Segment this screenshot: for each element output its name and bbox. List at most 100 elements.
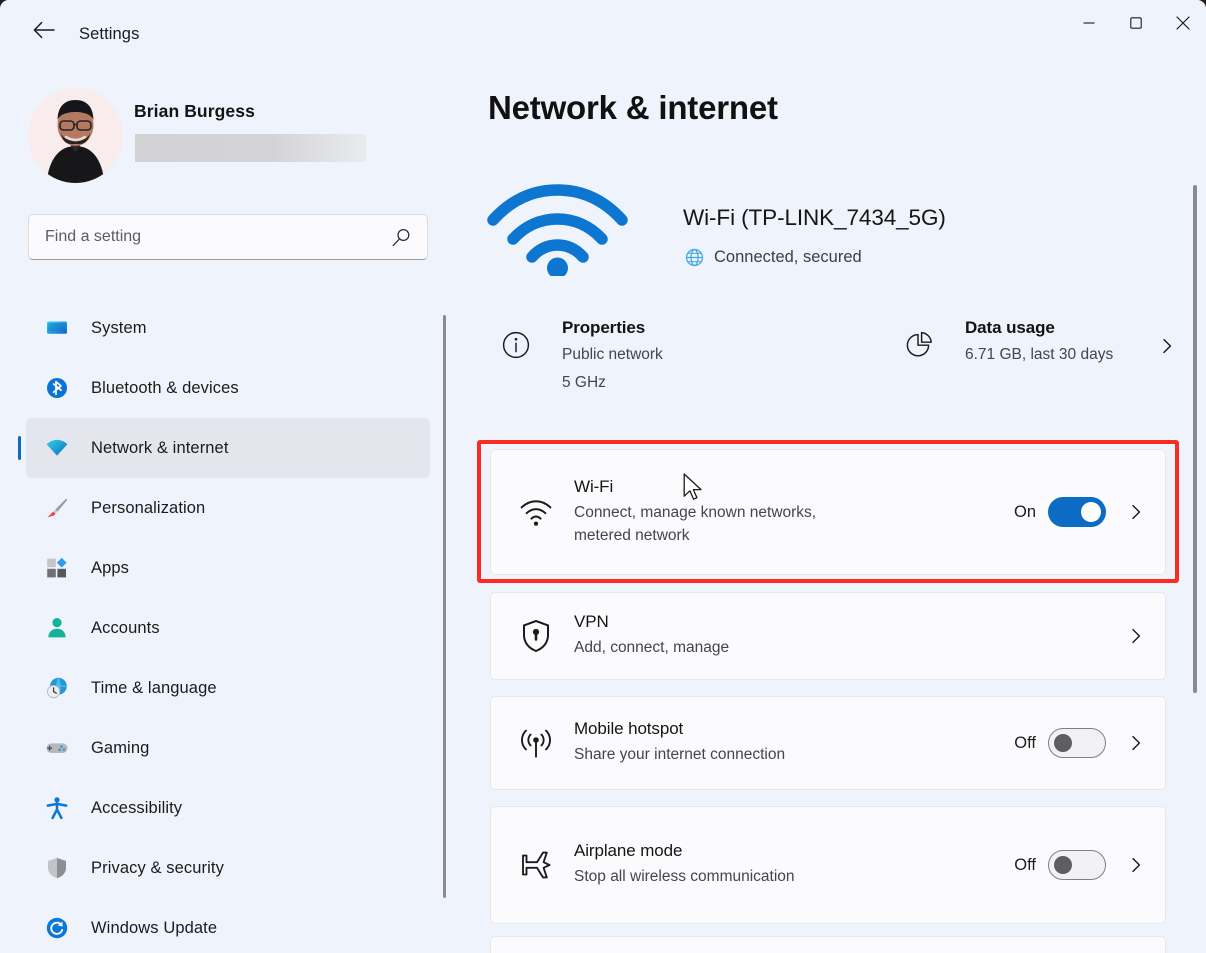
sidebar-item-personalization[interactable]: Personalization	[26, 478, 430, 538]
network-status: Connected, secured	[685, 248, 862, 267]
person-icon	[45, 616, 69, 640]
profile-email-redacted	[135, 134, 366, 162]
paintbrush-icon	[45, 496, 69, 520]
toggle-state-label: Off	[1014, 733, 1036, 752]
vpn-shield-lock-icon	[518, 618, 554, 654]
wifi-signal-icon	[518, 494, 554, 530]
chevron-right-icon[interactable]	[1159, 338, 1175, 354]
properties-title: Properties	[562, 318, 646, 337]
sidebar-item-label: Accessibility	[91, 798, 183, 817]
card-title: VPN	[574, 612, 609, 632]
sidebar-item-label: Apps	[91, 558, 130, 577]
close-button[interactable]	[1159, 0, 1206, 46]
chevron-right-icon[interactable]	[1128, 504, 1144, 520]
info-summary-row: Properties Public network 5 GHz Data usa…	[485, 318, 1185, 408]
sidebar-item-gaming[interactable]: Gaming	[26, 718, 430, 778]
sidebar-item-label: System	[91, 318, 147, 337]
sidebar-scrollbar[interactable]	[443, 315, 446, 898]
user-profile[interactable]: Brian Burgess	[28, 88, 368, 184]
mouse-pointer-arrow	[683, 473, 702, 500]
network-name: Wi-Fi (TP-LINK_7434_5G)	[683, 205, 946, 230]
setting-card-vpn[interactable]: VPN Add, connect, manage	[490, 592, 1166, 680]
sidebar: Brian Burgess Find a setting System Blue…	[0, 58, 460, 953]
properties-item[interactable]: Properties Public network 5 GHz	[501, 318, 663, 394]
chevron-right-icon[interactable]	[1128, 735, 1144, 751]
search-box[interactable]	[28, 214, 428, 260]
toggle-state-label: Off	[1014, 855, 1036, 874]
card-description: Stop all wireless communication	[574, 868, 795, 886]
sidebar-item-label: Network & internet	[91, 438, 229, 457]
toggle-state-label: On	[1013, 502, 1036, 521]
sidebar-item-label: Windows Update	[91, 918, 218, 937]
wifi-toggle[interactable]	[1048, 497, 1106, 527]
card-description: Connect, manage known networks, metered …	[574, 504, 817, 544]
info-circle-icon	[502, 331, 530, 359]
card-title: Mobile hotspot	[574, 719, 684, 739]
sidebar-item-privacy-security[interactable]: Privacy & security	[26, 838, 430, 898]
card-description: Share your internet connection	[574, 746, 786, 764]
airplane-mode-toggle[interactable]	[1048, 850, 1106, 880]
sidebar-item-apps[interactable]: Apps	[26, 538, 430, 598]
sidebar-item-label: Time & language	[91, 678, 217, 697]
search-icon	[392, 228, 410, 247]
mobile-hotspot-toggle[interactable]	[1048, 728, 1106, 758]
sidebar-nav: System Bluetooth & devices Network & int…	[0, 298, 448, 953]
apps-grid-icon	[45, 556, 69, 580]
app-title: Settings	[79, 25, 140, 43]
minimize-button[interactable]	[1065, 0, 1112, 46]
minimize-icon	[1083, 22, 1094, 24]
bluetooth-icon	[45, 376, 69, 400]
hotspot-broadcast-icon	[518, 725, 554, 761]
back-button[interactable]	[26, 16, 62, 44]
card-title: Airplane mode	[574, 841, 683, 861]
search-input[interactable]	[45, 215, 385, 259]
active-indicator	[18, 436, 21, 460]
user-avatar-photo	[28, 88, 123, 183]
profile-name: Brian Burgess	[134, 101, 255, 121]
back-arrow-icon	[33, 21, 55, 39]
main-scrollbar[interactable]	[1193, 185, 1197, 693]
chevron-right-icon[interactable]	[1128, 628, 1144, 644]
settings-window: Settings Brian Burgess Find a setting Sy…	[0, 0, 1206, 953]
sidebar-item-label: Bluetooth & devices	[91, 378, 239, 397]
setting-card-airplane-mode[interactable]: Airplane mode Stop all wireless communic…	[490, 806, 1166, 924]
toggle-knob	[1054, 856, 1072, 874]
card-description: Add, connect, manage	[574, 639, 730, 657]
sidebar-item-accounts[interactable]: Accounts	[26, 598, 430, 658]
sidebar-item-network-internet[interactable]: Network & internet	[18, 418, 430, 478]
sidebar-item-accessibility[interactable]: Accessibility	[26, 778, 430, 838]
airplane-icon	[518, 847, 554, 883]
page-title: Network & internet	[488, 89, 778, 126]
toggle-knob	[1054, 734, 1072, 752]
setting-card-partial[interactable]	[490, 936, 1166, 953]
sidebar-item-system[interactable]: System	[26, 298, 430, 358]
gamepad-icon	[45, 736, 69, 760]
sidebar-item-bluetooth-devices[interactable]: Bluetooth & devices	[26, 358, 430, 418]
accessibility-person-icon	[45, 796, 69, 820]
data-usage-line-1: 6.71 GB, last 30 days	[965, 346, 1114, 363]
pie-chart-icon	[906, 331, 932, 357]
globe-icon	[685, 248, 704, 267]
sidebar-item-label: Personalization	[91, 498, 206, 517]
chevron-right-icon[interactable]	[1128, 857, 1144, 873]
close-icon	[1175, 16, 1190, 30]
setting-card-wifi[interactable]: Wi-Fi Connect, manage known networks, me…	[490, 449, 1166, 575]
avatar	[28, 88, 123, 183]
setting-card-mobile-hotspot[interactable]: Mobile hotspot Share your internet conne…	[490, 696, 1166, 790]
maximize-button[interactable]	[1112, 0, 1159, 46]
system-monitor-icon	[45, 316, 69, 340]
clock-globe-icon	[45, 676, 69, 700]
wifi-large-icon	[487, 184, 628, 276]
data-usage-item[interactable]: Data usage 6.71 GB, last 30 days	[904, 318, 1113, 366]
sidebar-item-label: Accounts	[91, 618, 160, 637]
sidebar-item-time-language[interactable]: Time & language	[26, 658, 430, 718]
maximize-icon	[1129, 17, 1142, 29]
data-usage-title: Data usage	[965, 318, 1055, 337]
window-controls	[1065, 0, 1206, 46]
sidebar-item-windows-update[interactable]: Windows Update	[26, 898, 430, 953]
title-bar: Settings	[0, 0, 1206, 58]
shield-icon	[45, 856, 69, 880]
sidebar-item-label: Privacy & security	[91, 858, 224, 877]
properties-line-1: Public network	[562, 346, 663, 363]
network-hero: Wi-Fi (TP-LINK_7434_5G) Connected, secur…	[485, 168, 1185, 278]
